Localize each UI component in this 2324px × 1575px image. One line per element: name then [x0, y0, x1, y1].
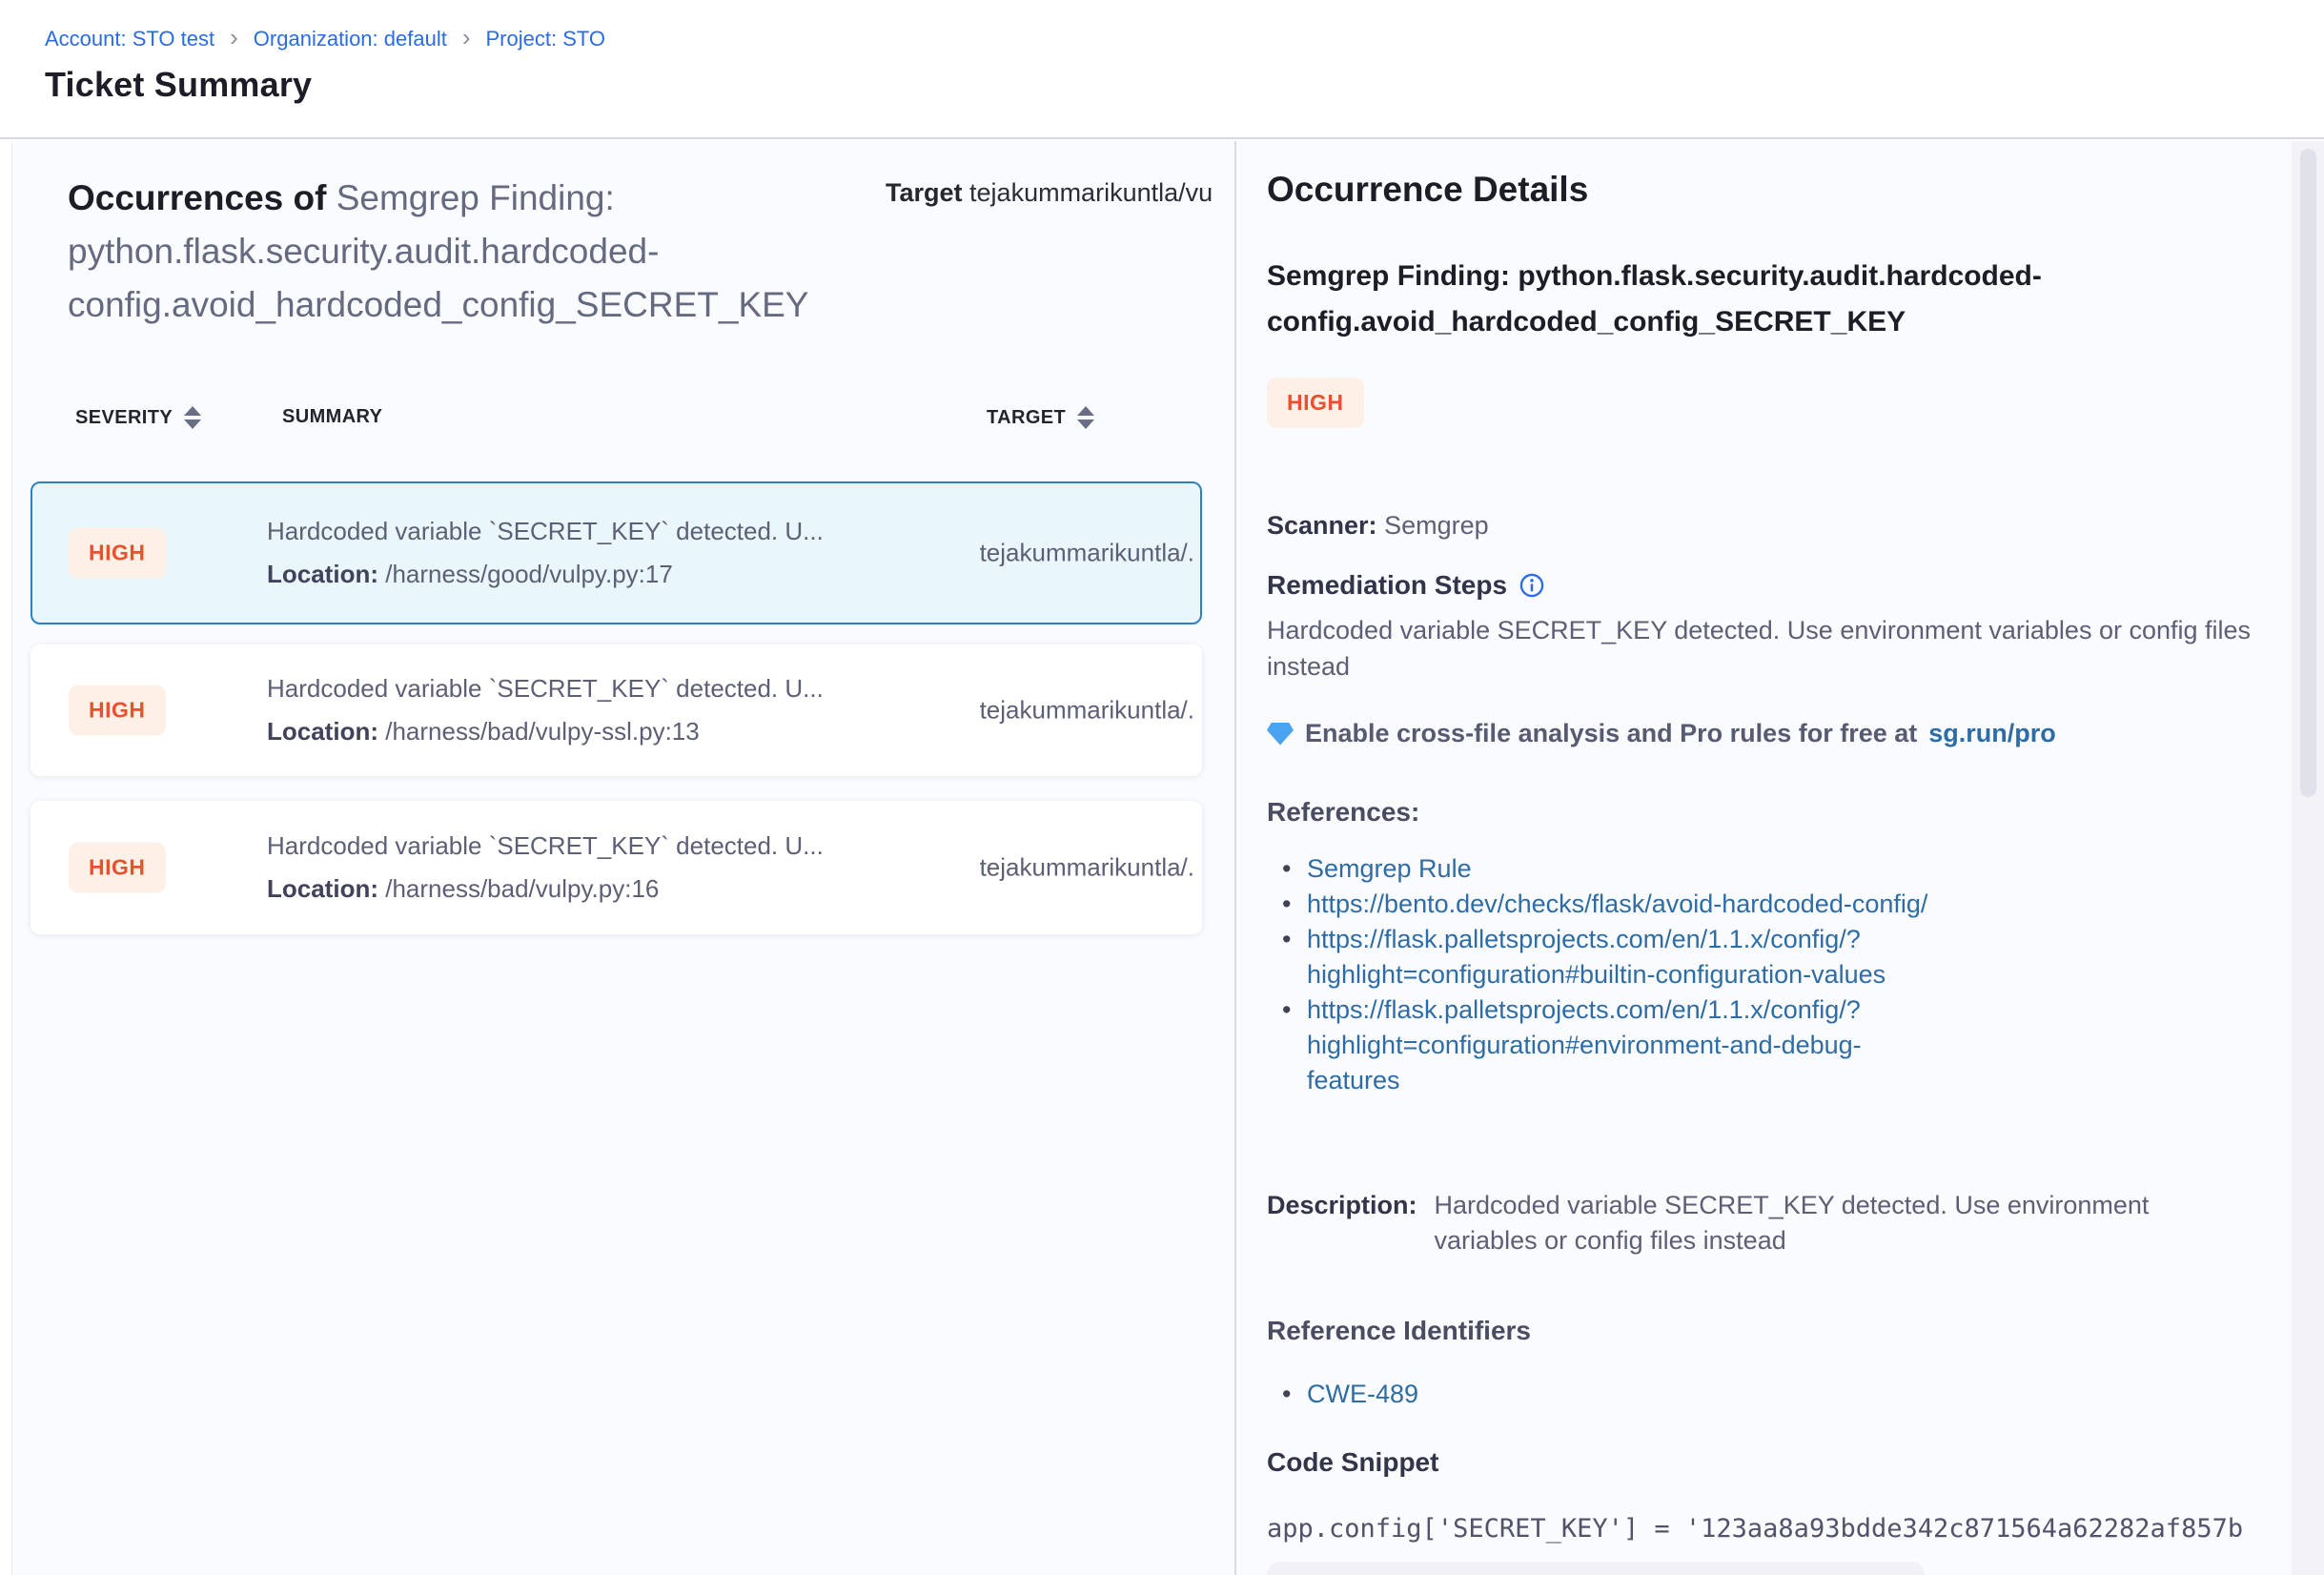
- breadcrumb-project-link[interactable]: Project: STO: [486, 27, 606, 51]
- breadcrumb: Account: STO test › Organization: defaul…: [45, 27, 605, 51]
- code-snippet-label: Code Snippet: [1267, 1447, 1438, 1478]
- scanner-value: Semgrep: [1384, 511, 1489, 540]
- scrollbar-track[interactable]: [2292, 141, 2324, 1575]
- description-row: Description: Hardcoded variable SECRET_K…: [1267, 1188, 2277, 1258]
- occurrence-summary: Hardcoded variable `SECRET_KEY` detected…: [267, 831, 824, 904]
- sort-icon: [1077, 406, 1094, 429]
- reference-link[interactable]: Semgrep Rule: [1267, 851, 1953, 887]
- page-title: Ticket Summary: [45, 65, 312, 105]
- occurrence-summary-text: Hardcoded variable `SECRET_KEY` detected…: [267, 674, 824, 704]
- location-label: Location:: [267, 874, 378, 903]
- occurrence-location: Location: /harness/good/vulpy.py:17: [267, 560, 824, 589]
- table-header: SEVERITY SUMMARY TARGET: [12, 406, 1234, 437]
- content-area: Occurrences of Semgrep Finding: python.f…: [11, 141, 2324, 1575]
- page-header: Account: STO test › Organization: defaul…: [0, 0, 2324, 139]
- occurrence-target: tejakummarikuntla/.: [980, 539, 1194, 568]
- description-label: Description:: [1267, 1188, 1417, 1258]
- occurrence-location: Location: /harness/bad/vulpy.py:16: [267, 874, 824, 904]
- scanner-label: Scanner:: [1267, 511, 1377, 540]
- target-value: tejakummarikuntla/vu: [969, 178, 1213, 207]
- occurrence-target: tejakummarikuntla/.: [980, 853, 1194, 883]
- ticket-summary-page: Account: STO test › Organization: defaul…: [0, 0, 2324, 1575]
- occurrence-summary-text: Hardcoded variable `SECRET_KEY` detected…: [267, 517, 824, 546]
- breadcrumb-account-link[interactable]: Account: STO test: [45, 27, 214, 51]
- references-list: Semgrep Rule https://bento.dev/checks/fl…: [1267, 851, 1953, 1098]
- chevron-right-icon: ›: [462, 27, 471, 51]
- severity-badge: HIGH: [69, 843, 166, 893]
- column-header-target[interactable]: TARGET: [987, 406, 1094, 429]
- cwe-link[interactable]: CWE-489: [1267, 1377, 1953, 1412]
- severity-badge: HIGH: [69, 685, 166, 736]
- reference-link[interactable]: https://bento.dev/checks/flask/avoid-har…: [1267, 887, 1953, 922]
- occurrence-row[interactable]: HIGH Hardcoded variable `SECRET_KEY` det…: [31, 481, 1202, 624]
- column-header-summary: SUMMARY: [282, 406, 382, 428]
- occurrence-summary: Hardcoded variable `SECRET_KEY` detected…: [267, 517, 824, 589]
- sort-icon: [184, 406, 201, 429]
- column-header-severity-label: SEVERITY: [75, 407, 173, 429]
- code-snippet-block: [1267, 1562, 1925, 1575]
- chevron-right-icon: ›: [230, 27, 238, 51]
- scanner-row: Scanner: Semgrep: [1267, 511, 1489, 541]
- location-value: /harness/bad/vulpy-ssl.py:13: [378, 717, 700, 746]
- breadcrumb-organization-link[interactable]: Organization: default: [254, 27, 447, 51]
- description-text: Hardcoded variable SECRET_KEY detected. …: [1435, 1188, 2216, 1258]
- reference-link[interactable]: https://flask.palletsprojects.com/en/1.1…: [1267, 992, 1953, 1098]
- occurrence-row[interactable]: HIGH Hardcoded variable `SECRET_KEY` det…: [31, 801, 1202, 934]
- pro-promo-link[interactable]: sg.run/pro: [1928, 719, 2056, 748]
- location-label: Location:: [267, 560, 378, 588]
- location-label: Location:: [267, 717, 378, 746]
- finding-title: Semgrep Finding: python.flask.security.a…: [1267, 254, 2211, 345]
- occurrence-target: tejakummarikuntla/.: [980, 696, 1194, 726]
- severity-badge: HIGH: [69, 528, 166, 579]
- target-line: Target tejakummarikuntla/vu: [886, 175, 1234, 211]
- column-header-summary-label: SUMMARY: [282, 406, 382, 428]
- occurrences-heading-prefix: Occurrences of: [68, 178, 336, 217]
- references-label: References:: [1267, 797, 1419, 828]
- info-icon[interactable]: [1519, 572, 1545, 599]
- column-header-target-label: TARGET: [987, 407, 1066, 429]
- remediation-steps-label: Remediation Steps: [1267, 570, 1507, 601]
- pro-promo-text: Enable cross-file analysis and Pro rules…: [1305, 719, 1917, 748]
- reference-link[interactable]: https://flask.palletsprojects.com/en/1.1…: [1267, 922, 1953, 992]
- occurrence-summary: Hardcoded variable `SECRET_KEY` detected…: [267, 674, 824, 747]
- remediation-text: Hardcoded variable SECRET_KEY detected. …: [1267, 612, 2287, 685]
- column-header-severity[interactable]: SEVERITY: [75, 406, 201, 429]
- occurrences-heading: Occurrences of Semgrep Finding: python.f…: [68, 172, 907, 332]
- location-value: /harness/good/vulpy.py:17: [378, 560, 673, 588]
- severity-badge: HIGH: [1267, 378, 1364, 428]
- pro-promo-line: Enable cross-file analysis and Pro rules…: [1267, 719, 2056, 748]
- reference-identifiers-list: CWE-489: [1267, 1377, 1953, 1412]
- occurrence-summary-text: Hardcoded variable `SECRET_KEY` detected…: [267, 831, 824, 861]
- location-value: /harness/bad/vulpy.py:16: [378, 874, 659, 903]
- occurrence-row[interactable]: HIGH Hardcoded variable `SECRET_KEY` det…: [31, 644, 1202, 776]
- reference-identifiers-label: Reference Identifiers: [1267, 1316, 1531, 1346]
- occurrence-location: Location: /harness/bad/vulpy-ssl.py:13: [267, 717, 824, 747]
- remediation-steps-header: Remediation Steps: [1267, 570, 1545, 601]
- occurrence-details-panel: Occurrence Details Semgrep Finding: pyth…: [1236, 141, 2324, 1575]
- occurrence-details-title: Occurrence Details: [1267, 170, 1588, 210]
- target-label: Target: [886, 178, 963, 207]
- scrollbar-thumb[interactable]: [2300, 149, 2316, 797]
- occurrences-panel: Occurrences of Semgrep Finding: python.f…: [12, 141, 1234, 1575]
- gem-icon: [1267, 723, 1294, 746]
- code-snippet-line: app.config['SECRET_KEY'] = '123aa8a93bdd…: [1267, 1514, 2295, 1544]
